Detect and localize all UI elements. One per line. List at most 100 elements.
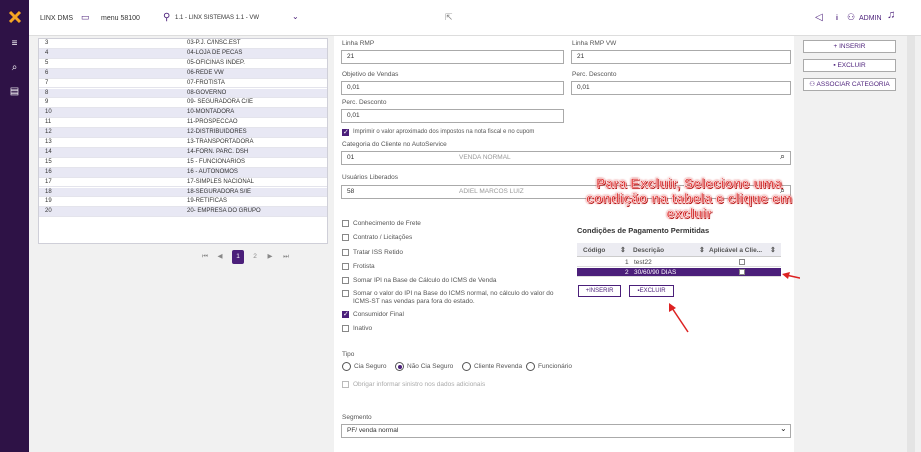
option-checkbox[interactable] <box>342 249 349 256</box>
list-row[interactable]: 7 07-FROTISTA <box>39 79 327 89</box>
clipboard-icon[interactable]: ▤ <box>8 86 21 98</box>
sort-aplicavel-icon[interactable]: ⇕ <box>770 246 776 254</box>
objetivo-label: Objetivo de Vendas <box>342 71 399 78</box>
list-code: 14 <box>45 148 52 155</box>
list-row[interactable]: 8 08-GOVERNO <box>39 88 327 99</box>
list-code: 17 <box>45 178 52 185</box>
bell-icon[interactable]: ♫ <box>887 9 895 21</box>
payment-row-selected[interactable]: 2 30/60/90 DIAS <box>577 268 781 277</box>
col-codigo[interactable]: Código <box>583 247 605 254</box>
associate-label: ASSOCIAR CATEGORIA <box>816 81 890 88</box>
segmento-chevron-icon[interactable]: ⌄ <box>780 424 787 433</box>
categoria-input[interactable]: 01 VENDA NORMAL <box>341 151 791 165</box>
list-row[interactable]: 19 19-RETIFICAS <box>39 197 327 208</box>
payment-aplicavel-checkbox[interactable] <box>739 259 745 265</box>
prev-page-icon[interactable]: ◀ <box>214 250 226 264</box>
option-checkbox[interactable] <box>342 290 349 297</box>
associate-category-button[interactable]: ⚇ ASSOCIAR CATEGORIA <box>803 78 896 91</box>
option-checkbox[interactable] <box>342 277 349 284</box>
linx-logo-icon <box>8 10 22 24</box>
list-row[interactable]: 14 14-FORN. PARC. DSH <box>39 147 327 158</box>
menu-list-icon[interactable]: ≡ <box>8 38 21 50</box>
list-row[interactable]: 3 03-P.J. C/INSC.EST <box>39 39 327 49</box>
payment-delete-button[interactable]: ▪EXCLUIR <box>629 285 674 297</box>
annotation-line-3: excluir <box>666 205 712 221</box>
app-name: LINX DMS <box>40 15 74 22</box>
col-aplicavel[interactable]: Aplicável a Clie... <box>709 247 762 254</box>
page-2[interactable]: 2 <box>249 250 261 264</box>
usuarios-label: Usuários Liberados <box>342 174 399 181</box>
list-name: 14-FORN. PARC. DSH <box>187 148 249 155</box>
list-row[interactable]: 20 20- EMPRESA DO GRUPO <box>39 207 327 218</box>
sinistro-label: Obrigar informar sinistro nos dados adic… <box>353 381 486 388</box>
sort-codigo-icon[interactable]: ⇕ <box>620 246 626 254</box>
option-label-line2: ICMS-ST nas vendas para fora do estado. <box>353 298 475 305</box>
list-row[interactable]: 10 10-MONTADORA <box>39 108 327 119</box>
megaphone-icon[interactable]: ◁ <box>815 12 823 23</box>
option-checkbox[interactable] <box>342 310 349 318</box>
perc-desconto-input[interactable]: 0,01 <box>571 81 791 95</box>
col-descricao[interactable]: Descrição <box>633 247 664 254</box>
list-row[interactable]: 9 09- SEGURADORA C/IE <box>39 98 327 109</box>
company-select[interactable]: 1.1 - LINX SISTEMAS 1.1 - VW <box>175 15 259 21</box>
categoria-label: Categoria do Cliente no AutoService <box>342 141 447 148</box>
categoria-code: 01 <box>347 154 355 161</box>
sort-descricao-icon[interactable]: ⇕ <box>699 246 705 254</box>
user-name[interactable]: ADMIN <box>859 15 882 22</box>
sinistro-checkbox[interactable] <box>342 381 349 388</box>
categoria-search-icon[interactable]: ⌕ <box>780 151 785 162</box>
list-code: 5 <box>45 59 49 66</box>
menu-code[interactable]: menu 58100 <box>101 15 140 22</box>
list-row[interactable]: 4 04-LOJA DE PECAS <box>39 48 327 59</box>
linha-rmp-input[interactable]: 21 <box>341 50 564 64</box>
list-row[interactable]: 18 18-SEGURADORA S/IE <box>39 187 327 198</box>
info-icon[interactable]: i <box>836 15 838 22</box>
user-icon: ⚇ <box>847 12 856 22</box>
option-checkbox[interactable] <box>342 220 349 227</box>
insert-button[interactable]: + INSERIR <box>803 40 896 53</box>
list-code: 3 <box>45 40 49 46</box>
annotation-text: Para Excluir, Selecione uma condição na … <box>569 175 809 221</box>
chevron-down-icon[interactable]: ⌄ <box>292 12 299 21</box>
list-row[interactable]: 16 16 - AUTONOMOS <box>39 167 327 178</box>
scrollbar[interactable] <box>907 36 915 452</box>
list-row[interactable]: 13 13-TRANSPORTADORA <box>39 138 327 148</box>
objetivo-input[interactable]: 0,01 <box>341 81 564 95</box>
page-1[interactable]: 1 <box>232 250 244 264</box>
list-code: 18 <box>45 188 52 195</box>
payment-insert-button[interactable]: +INSERIR <box>578 285 621 297</box>
list-row[interactable]: 6 06-REDE VW <box>39 68 327 79</box>
option-checkbox[interactable] <box>342 325 349 332</box>
radio-nao-cia-seguro[interactable] <box>395 362 404 371</box>
last-page-icon[interactable]: ⏭ <box>280 250 292 264</box>
perc-desconto-label: Perc. Desconto <box>572 71 617 78</box>
delete-button[interactable]: ▪ EXCLUIR <box>803 59 896 72</box>
first-page-icon[interactable]: ⏮ <box>199 250 211 264</box>
list-code: 19 <box>45 198 52 205</box>
list-row[interactable]: 12 12-DISTRIBUIDORES <box>39 128 327 138</box>
cursor-icon: ⇱ <box>445 12 453 22</box>
radio-funcionario[interactable] <box>526 362 535 371</box>
option-checkbox[interactable] <box>342 263 349 270</box>
segmento-select[interactable]: PF/ venda normal <box>341 424 791 438</box>
category-list: 3 03-P.J. C/INSC.EST 4 04-LOJA DE PECAS 5 05-… <box>38 38 328 244</box>
payment-aplicavel-checkbox[interactable] <box>739 269 745 275</box>
radio-cliente-revenda[interactable] <box>462 362 471 371</box>
linha-rmp-vw-input[interactable]: 21 <box>571 50 791 64</box>
list-row[interactable]: 17 17-SIMPLES NACIONAL <box>39 178 327 188</box>
monitor-icon: ▭ <box>81 12 90 22</box>
payment-row[interactable]: 1 test22 <box>577 258 781 267</box>
list-row[interactable]: 15 15 - FUNCIONARIOS <box>39 158 327 168</box>
list-row[interactable]: 5 05-OFICINAS INDEP. <box>39 59 327 69</box>
list-row[interactable]: 11 11-PROSPECCAO <box>39 118 327 129</box>
payment-title: Condições de Pagamento Permitidas <box>577 226 710 235</box>
user-plus-icon: ⚇ <box>809 81 817 88</box>
search-icon[interactable]: ⌕ <box>8 62 21 74</box>
option-checkbox[interactable] <box>342 234 349 241</box>
imprimir-checkbox[interactable] <box>342 128 349 136</box>
tipo-label: Tipo <box>342 351 355 358</box>
perc-desconto2-input[interactable]: 0,01 <box>341 109 564 123</box>
next-page-icon[interactable]: ▶ <box>264 250 276 264</box>
annotation-line-2: condição na tabela e clique em <box>585 190 793 206</box>
radio-cia-seguro[interactable] <box>342 362 351 371</box>
